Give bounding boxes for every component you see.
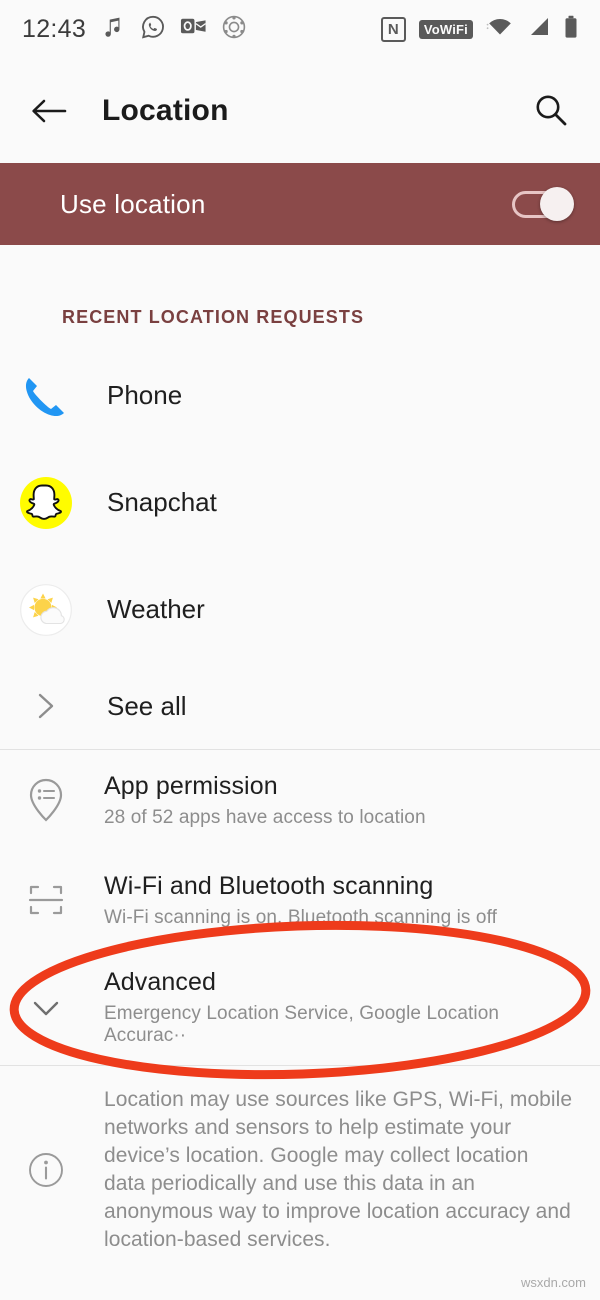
chevron-right-icon <box>16 676 76 736</box>
outlook-icon <box>180 15 207 44</box>
list-item[interactable]: Weather <box>0 556 600 663</box>
phone-icon <box>16 366 76 426</box>
location-info-footer: Location may use sources like GPS, Wi-Fi… <box>0 1066 600 1274</box>
scan-frame-icon <box>16 870 76 930</box>
see-all-label: See all <box>107 690 187 721</box>
list-item[interactable]: Phone <box>0 342 600 449</box>
setting-subtitle: Emergency Location Service, Google Locat… <box>104 1003 500 1046</box>
setting-row-scanning[interactable]: Wi-Fi and Bluetooth scanning Wi-Fi scann… <box>0 850 600 950</box>
setting-title: Wi-Fi and Bluetooth scanning <box>104 871 434 900</box>
location-pin-list-icon <box>16 770 76 830</box>
weather-icon <box>16 580 76 640</box>
setting-subtitle: 28 of 52 apps have access to location <box>104 806 426 828</box>
toggle-knob <box>540 187 574 221</box>
status-bar-clock: 12:43 <box>22 14 87 43</box>
list-item-label: Weather <box>107 594 205 624</box>
page-title: Location <box>102 93 229 127</box>
vowifi-badge: VoWiFi <box>418 19 473 39</box>
back-button[interactable] <box>26 88 72 134</box>
nfc-icon: N <box>380 16 406 42</box>
settings-ball-icon <box>221 14 247 45</box>
setting-row-advanced[interactable]: Advanced Emergency Location Service, Goo… <box>0 950 600 1065</box>
list-item-label: Snapchat <box>107 487 217 517</box>
setting-texts: Advanced Emergency Location Service, Goo… <box>104 968 580 1047</box>
status-bar-right: N VoWiFi <box>380 15 578 44</box>
setting-title: App permission <box>104 771 278 800</box>
setting-row-app-permission[interactable]: App permission 28 of 52 apps have access… <box>0 750 600 850</box>
whatsapp-icon <box>140 14 166 45</box>
use-location-toggle[interactable] <box>512 187 574 221</box>
battery-icon <box>564 15 578 44</box>
use-location-label: Use location <box>60 188 206 219</box>
location-info-text: Location may use sources like GPS, Wi-Fi… <box>104 1088 573 1251</box>
see-all-row[interactable]: See all <box>0 663 600 749</box>
search-button[interactable] <box>528 88 574 134</box>
list-item-label: Phone <box>107 380 183 410</box>
status-bar-left: 12:43 <box>22 14 247 45</box>
recent-requests-header: RECENT LOCATION REQUESTS <box>62 307 365 327</box>
setting-subtitle: Wi-Fi scanning is on, Bluetooth scanning… <box>104 906 497 928</box>
setting-texts: App permission 28 of 52 apps have access… <box>104 772 426 829</box>
list-item[interactable]: Snapchat <box>0 449 600 556</box>
search-icon <box>536 95 567 125</box>
chevron-down-icon <box>16 978 76 1038</box>
setting-title: Advanced <box>104 968 216 996</box>
arrow-left-icon <box>32 99 67 122</box>
snapchat-icon <box>16 473 76 533</box>
info-icon <box>16 1140 76 1200</box>
watermark: wsxdn.com <box>520 1275 586 1290</box>
app-bar: Location <box>0 58 600 163</box>
settings-content: RECENT LOCATION REQUESTS Phone Snapchat <box>0 245 600 1274</box>
status-bar: 12:43 N VoWiFi <box>0 0 600 58</box>
cellular-signal-icon <box>527 16 551 43</box>
phone-screen: 12:43 N VoWiFi Location Use location REC… <box>0 0 600 1300</box>
use-location-banner[interactable]: Use location <box>0 163 600 245</box>
music-note-icon <box>100 14 126 45</box>
setting-texts: Wi-Fi and Bluetooth scanning Wi-Fi scann… <box>104 872 497 929</box>
wifi-icon <box>486 16 514 43</box>
